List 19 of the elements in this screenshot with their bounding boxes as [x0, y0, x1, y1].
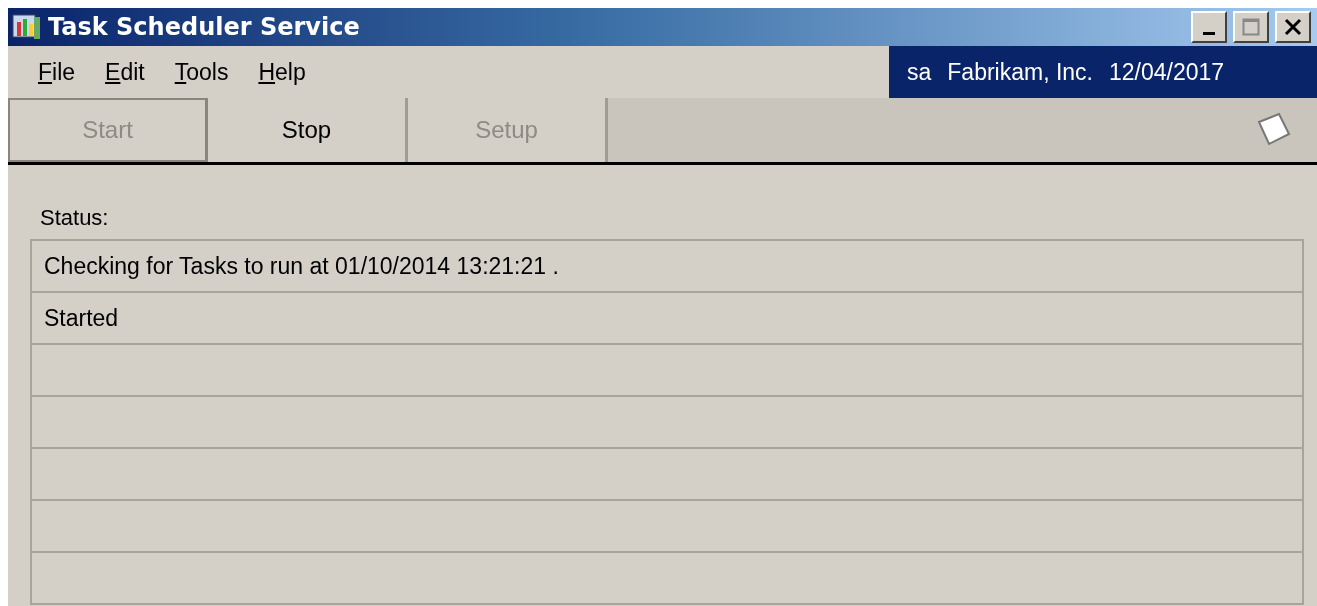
menu-item[interactable]: Help: [258, 58, 306, 86]
minimize-button[interactable]: [1191, 11, 1227, 43]
app-icon: [12, 12, 42, 42]
window-title: Task Scheduler Service: [48, 13, 361, 41]
menu-item[interactable]: Edit: [105, 58, 145, 86]
close-button[interactable]: [1275, 11, 1311, 43]
close-icon: [1284, 18, 1302, 36]
session-date: 12/04/2017: [1109, 58, 1225, 86]
status-line: Started: [44, 304, 119, 332]
minimize-icon: [1203, 31, 1215, 35]
toolbar-button[interactable]: Stop: [208, 98, 408, 162]
menu-item[interactable]: File: [38, 58, 76, 86]
status-label: Status:: [40, 205, 110, 231]
status-line: Checking for Tasks to run at 01/10/2014 13:21:21 .: [44, 252, 559, 280]
user-name: sa: [907, 58, 932, 86]
menu-item[interactable]: Tools: [174, 58, 229, 86]
company-name: Fabrikam, Inc.: [947, 58, 1093, 86]
maximize-button[interactable]: [1233, 11, 1269, 43]
maximize-icon: [1242, 18, 1260, 36]
